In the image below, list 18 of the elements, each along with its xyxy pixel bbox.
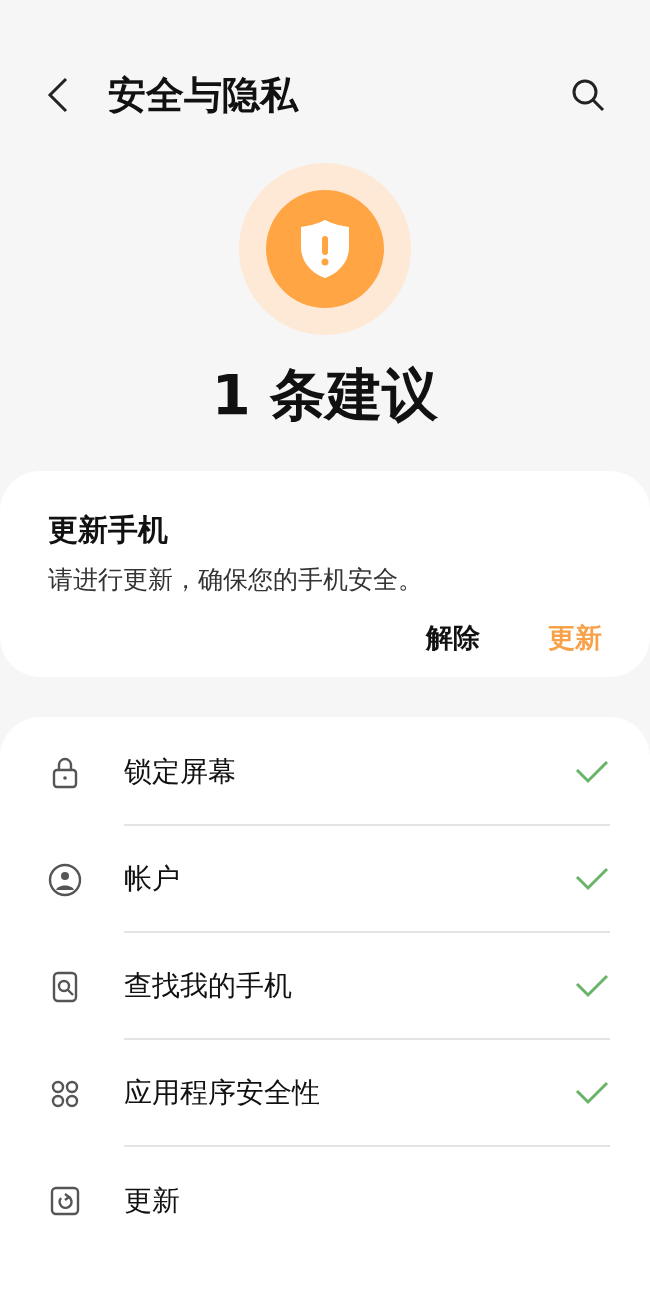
item-label: 帐户 bbox=[124, 860, 180, 897]
status-headline: 1 条建议 bbox=[211, 367, 439, 423]
shield-alert-icon bbox=[298, 218, 352, 280]
account-icon bbox=[48, 862, 82, 897]
list-item[interactable]: 查找我的手机 bbox=[0, 933, 650, 1040]
item-label: 应用程序安全性 bbox=[124, 1074, 320, 1111]
list-item[interactable]: 锁定屏幕 bbox=[0, 719, 650, 826]
page-title: 安全与隐私 bbox=[108, 71, 298, 119]
item-label: 锁定屏幕 bbox=[124, 753, 236, 790]
search-icon bbox=[570, 77, 606, 113]
dismiss-button[interactable]: 解除 bbox=[426, 624, 480, 651]
item-label: 更新 bbox=[124, 1182, 180, 1219]
suggestion-text: 请进行更新，确保您的手机安全。 bbox=[48, 567, 424, 592]
list-item[interactable]: 应用程序安全性 bbox=[0, 1040, 650, 1147]
item-label: 查找我的手机 bbox=[124, 967, 292, 1004]
list-item[interactable]: 帐户 bbox=[0, 826, 650, 933]
suggestion-title: 更新手机 bbox=[48, 515, 169, 545]
list-item[interactable]: 更新 bbox=[0, 1147, 650, 1254]
